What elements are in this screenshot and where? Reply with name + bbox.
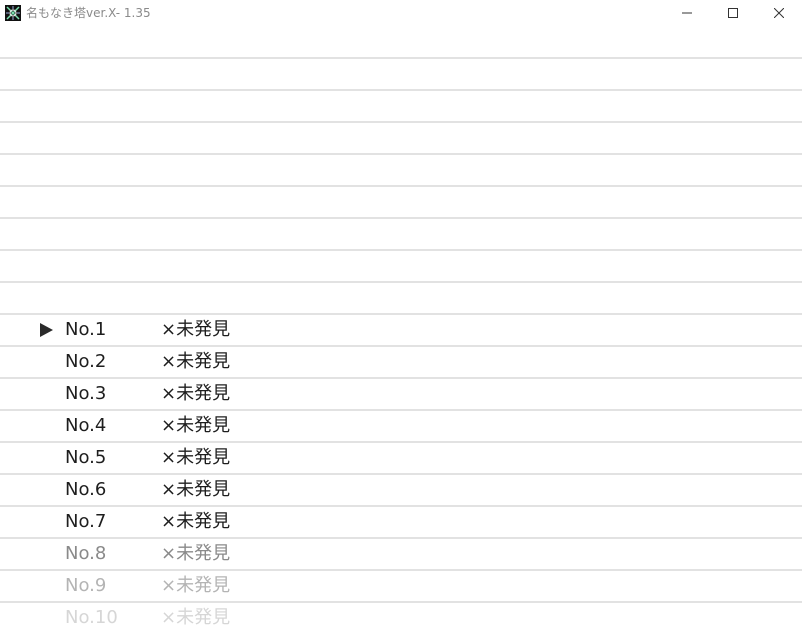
- item-status: ×未発見: [161, 415, 231, 436]
- app-icon: [5, 5, 21, 21]
- item-number: No.6: [65, 479, 107, 500]
- item-status: ×未発見: [161, 351, 231, 372]
- row-divider: [0, 89, 802, 91]
- row-divider: [0, 153, 802, 155]
- list-item[interactable]: No.9 ×未発見: [0, 571, 802, 601]
- app-window: 名もなき塔ver.X- 1.35 No.1 ×未発見 No.2 ×未発見 No.3 ×未発…: [0, 0, 802, 627]
- list-item[interactable]: No.2 ×未発見: [0, 347, 802, 377]
- maximize-icon: [728, 8, 738, 18]
- row-divider: [0, 185, 802, 187]
- item-status: ×未発見: [161, 319, 231, 340]
- item-number: No.3: [65, 383, 107, 404]
- list-item[interactable]: No.7 ×未発見: [0, 507, 802, 537]
- list-item[interactable]: No.6 ×未発見: [0, 475, 802, 505]
- minimize-icon: [682, 12, 692, 14]
- item-number: No.1: [65, 319, 107, 340]
- row-divider: [0, 121, 802, 123]
- item-status: ×未発見: [161, 575, 231, 596]
- item-number: No.8: [65, 543, 107, 564]
- item-status: ×未発見: [161, 479, 231, 500]
- item-status: ×未発見: [161, 447, 231, 468]
- row-divider: [0, 249, 802, 251]
- item-status: ×未発見: [161, 511, 231, 532]
- list-item[interactable]: No.1 ×未発見: [0, 315, 802, 345]
- close-icon: [774, 8, 784, 18]
- list-item[interactable]: No.3 ×未発見: [0, 379, 802, 409]
- list-item[interactable]: No.8 ×未発見: [0, 539, 802, 569]
- item-number: No.10: [65, 607, 118, 627]
- maximize-button[interactable]: [710, 0, 756, 26]
- item-status: ×未発見: [161, 543, 231, 564]
- list-item[interactable]: No.5 ×未発見: [0, 443, 802, 473]
- item-number: No.2: [65, 351, 107, 372]
- row-divider: [0, 217, 802, 219]
- selection-cursor-icon: [40, 323, 53, 337]
- window-title: 名もなき塔ver.X- 1.35: [26, 6, 151, 20]
- row-divider: [0, 281, 802, 283]
- title-bar[interactable]: 名もなき塔ver.X- 1.35: [0, 0, 802, 26]
- row-divider: [0, 57, 802, 59]
- game-screen[interactable]: No.1 ×未発見 No.2 ×未発見 No.3 ×未発見 No.4 ×未発見 No.5 ×未発見…: [0, 26, 802, 627]
- item-status: ×未発見: [161, 607, 231, 627]
- list-item[interactable]: No.10 ×未発見: [0, 603, 802, 627]
- item-number: No.9: [65, 575, 107, 596]
- minimize-button[interactable]: [664, 0, 710, 26]
- item-number: No.7: [65, 511, 107, 532]
- item-status: ×未発見: [161, 383, 231, 404]
- item-number: No.4: [65, 415, 107, 436]
- list-item[interactable]: No.4 ×未発見: [0, 411, 802, 441]
- close-button[interactable]: [756, 0, 802, 26]
- item-number: No.5: [65, 447, 107, 468]
